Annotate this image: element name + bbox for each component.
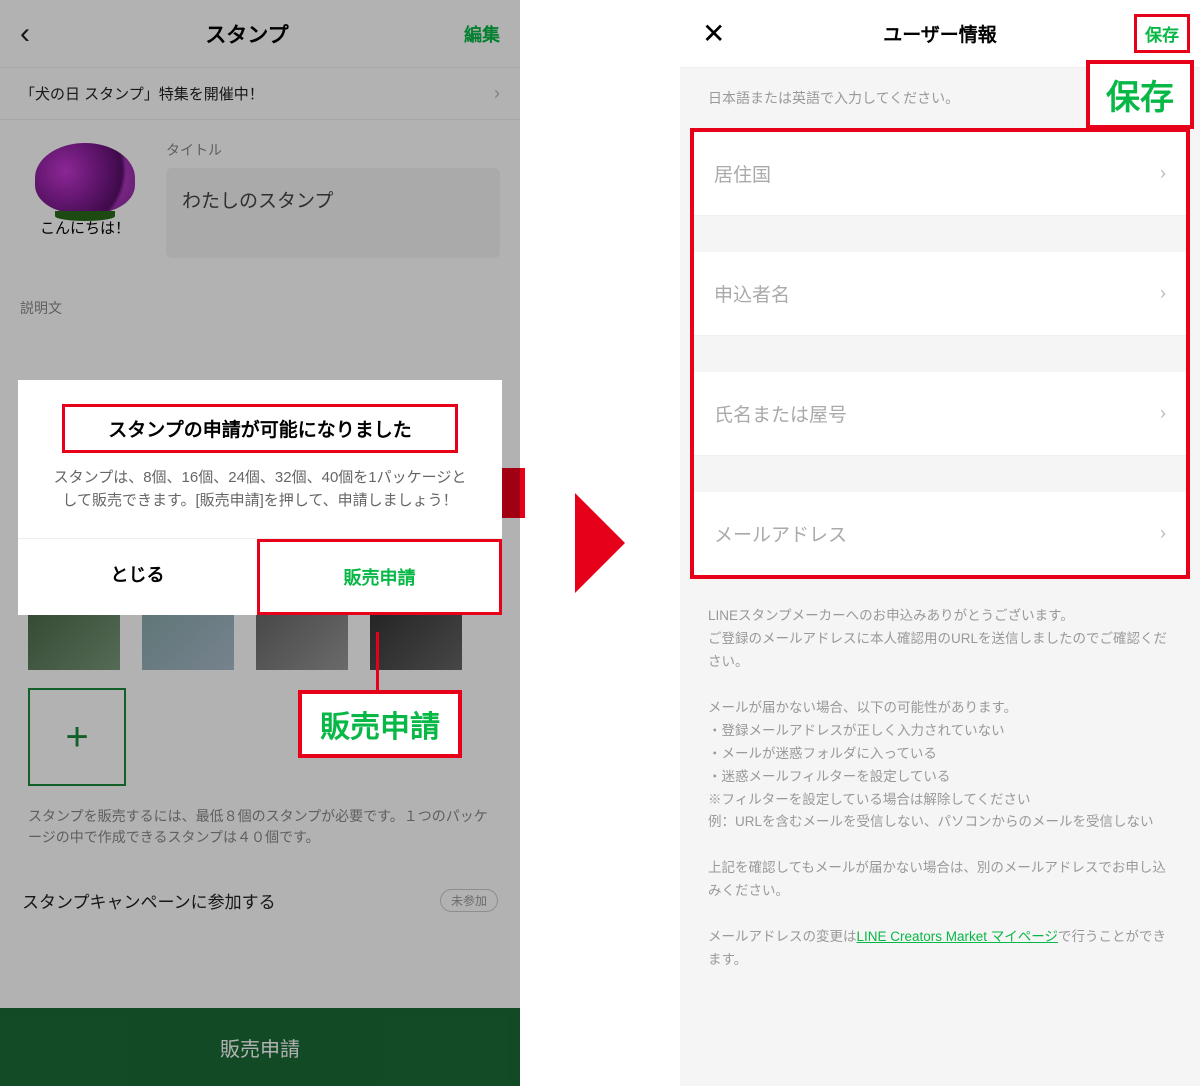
right-body: 日本語または英語で入力してください。 居住国 › 申込者名 › 氏名または屋号 … xyxy=(680,68,1200,1086)
callout-apply: 販売申請 xyxy=(298,690,462,758)
info-p4-pre: メールアドレスの変更は xyxy=(708,929,857,944)
banner-text: 「犬の日 スタンプ」特集を開催中！ xyxy=(20,83,264,104)
stamp-preview: こんにちは！ xyxy=(20,140,150,240)
arrow-icon xyxy=(575,493,625,593)
name-field[interactable]: 氏名または屋号 › xyxy=(694,372,1186,456)
modal-apply-button[interactable]: 販売申請 xyxy=(260,564,499,590)
applicant-field[interactable]: 申込者名 › xyxy=(694,252,1186,336)
user-info-screen: ✕ ユーザー情報 保存 保存 日本語または英語で入力してください。 居住国 › … xyxy=(680,0,1200,1086)
modal-close-button[interactable]: とじる xyxy=(18,539,257,615)
callout-save: 保存 xyxy=(1086,60,1194,129)
save-button[interactable]: 保存 xyxy=(1134,14,1190,53)
title-column: タイトル わたしのスタンプ xyxy=(166,140,500,258)
right-header: ✕ ユーザー情報 保存 xyxy=(680,0,1200,68)
field-label: メールアドレス xyxy=(714,520,847,547)
info-p3: 上記を確認してもメールが届かない場合は、別のメールアドレスでお申し込みください。 xyxy=(708,857,1172,903)
title-label: タイトル xyxy=(166,140,500,160)
thumbnail-row xyxy=(0,608,520,670)
right-title: ユーザー情報 xyxy=(883,20,997,47)
banner-row[interactable]: 「犬の日 スタンプ」特集を開催中！ › xyxy=(0,68,520,120)
field-label: 氏名または屋号 xyxy=(714,400,847,427)
creators-market-link[interactable]: LINE Creators Market マイページ xyxy=(857,929,1059,944)
field-gap xyxy=(694,336,1186,372)
arrow-gap xyxy=(520,0,680,1086)
title-input[interactable]: わたしのスタンプ xyxy=(166,168,500,258)
info-p4: メールアドレスの変更はLINE Creators Market マイページで行う… xyxy=(708,926,1172,972)
stamp-thumb[interactable] xyxy=(142,608,234,670)
left-header: ‹ スタンプ 編集 xyxy=(0,0,520,68)
left-title: スタンプ xyxy=(205,19,288,49)
field-label: 申込者名 xyxy=(714,280,790,307)
back-icon[interactable]: ‹ xyxy=(20,17,30,51)
country-field[interactable]: 居住国 › xyxy=(694,132,1186,216)
chevron-right-icon: › xyxy=(1160,283,1166,304)
info-p2: メールが届かない場合、以下の可能性があります。 ・登録メールアドレスが正しく入力… xyxy=(708,697,1172,835)
modal-apply-wrap: 販売申請 xyxy=(257,539,502,615)
chevron-right-icon: › xyxy=(1160,403,1166,424)
stamp-thumb[interactable] xyxy=(256,608,348,670)
campaign-label: スタンプキャンペーンに参加する xyxy=(22,888,276,913)
close-icon[interactable]: ✕ xyxy=(702,17,725,50)
edit-button[interactable]: 編集 xyxy=(464,21,500,47)
campaign-badge: 未参加 xyxy=(440,889,498,912)
stamp-hint: スタンプを販売するには、最低８個のスタンプが必要です。１つのパッケージの中で作成… xyxy=(0,786,520,848)
field-gap xyxy=(694,456,1186,492)
apply-modal: スタンプの申請が可能になりました スタンプは、8個、16個、24個、32個、40… xyxy=(18,380,502,615)
flower-icon xyxy=(35,143,135,213)
chevron-right-icon: › xyxy=(494,83,500,104)
add-stamp-button[interactable]: + xyxy=(28,688,126,786)
chevron-right-icon: › xyxy=(1160,523,1166,544)
info-p1: LINEスタンプメーカーへのお申込みありがとうございます。 ご登録のメールアドレ… xyxy=(708,605,1172,674)
field-gap xyxy=(694,216,1186,252)
stamp-screen: ‹ スタンプ 編集 「犬の日 スタンプ」特集を開催中！ › こんにちは！ タイト… xyxy=(0,0,520,1086)
modal-buttons: とじる 販売申請 xyxy=(18,538,502,615)
campaign-row[interactable]: スタンプキャンペーンに参加する 未参加 xyxy=(0,888,520,913)
field-label: 居住国 xyxy=(714,160,771,187)
modal-body: スタンプは、8個、16個、24個、32個、40個を1パッケージとして販売できます… xyxy=(18,467,502,538)
stamp-thumb[interactable] xyxy=(28,608,120,670)
info-text: LINEスタンプメーカーへのお申込みありがとうございます。 ご登録のメールアドレ… xyxy=(680,579,1200,998)
email-field[interactable]: メールアドレス › xyxy=(694,492,1186,575)
modal-title: スタンプの申請が可能になりました xyxy=(62,404,458,453)
description-label: 説明文 xyxy=(0,298,520,318)
title-area: こんにちは！ タイトル わたしのスタンプ xyxy=(0,120,520,278)
fields-box: 居住国 › 申込者名 › 氏名または屋号 › メールアドレス › xyxy=(690,128,1190,579)
stamp-thumb[interactable] xyxy=(370,608,462,670)
callout-connector xyxy=(376,632,379,692)
sell-apply-button[interactable]: 販売申請 xyxy=(0,1008,520,1086)
chevron-right-icon: › xyxy=(1160,163,1166,184)
